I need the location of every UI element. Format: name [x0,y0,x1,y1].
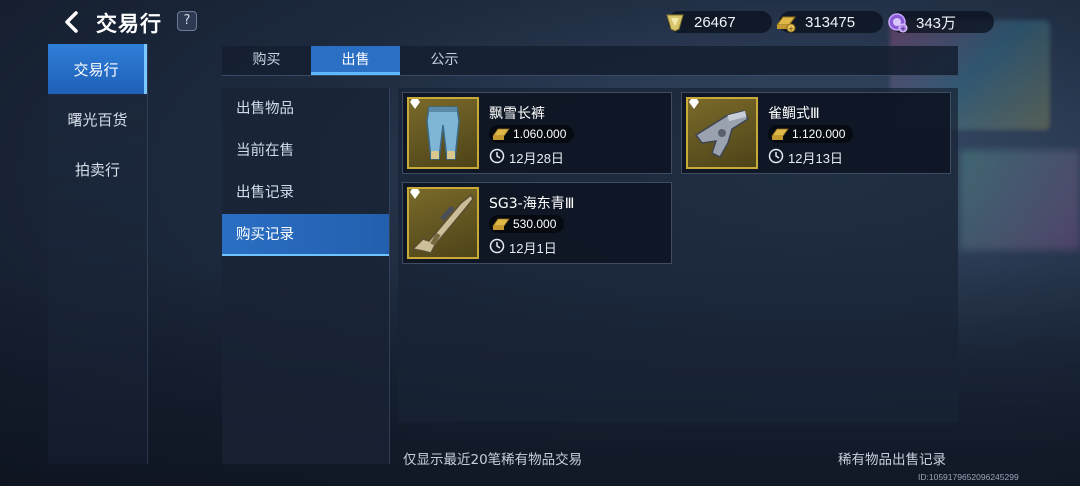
rarity-diamond-icon [410,99,420,109]
gold-bar-icon [492,218,510,230]
sub-item-sale-records[interactable]: 出售记录 [222,172,389,214]
top-bar: 交易行 ? 26467 + 313475 + 343万 [0,0,1080,44]
item-name: 雀鲷式Ⅲ [768,106,820,122]
item-date: 12月28日 [489,148,564,167]
rarity-diamond-icon [410,189,420,199]
rare-sale-records-link[interactable]: 稀有物品出售记录 [838,448,946,468]
records-panel: 飘雪长裤 1.060.000 12月28日 雀鲷式Ⅲ 1.120.000 12月… [398,88,958,422]
sub-item-sell-items[interactable]: 出售物品 [222,88,389,130]
svg-text:+: + [788,25,794,33]
item-price: 530.000 [489,215,565,233]
nav-item-auction-house[interactable]: 拍卖行 [48,144,147,194]
item-date: 12月1日 [489,238,557,257]
currency-value: 313475 [805,13,856,31]
currency-value: 26467 [694,13,736,31]
gold-bar-icon [492,128,510,140]
gold-bar-icon [771,128,789,140]
item-date-value: 12月28日 [509,151,564,166]
currency-purple-orb[interactable]: + 343万 [888,11,994,33]
sub-item-on-sale[interactable]: 当前在售 [222,130,389,172]
record-card[interactable]: 飘雪长裤 1.060.000 12月28日 [402,92,672,174]
purple-orb-icon: + [888,13,908,33]
player-id: ID:1059179652096245299 [918,472,1019,482]
item-price: 1.060.000 [489,125,575,143]
record-card[interactable]: SG3-海东青Ⅲ 530.000 12月1日 [402,182,672,264]
item-date: 12月13日 [768,148,843,167]
sniper-rifle-icon [411,193,474,254]
currency-diamond-token[interactable]: 26467 [666,11,772,33]
back-button[interactable] [58,8,86,36]
page-title: 交易行 [96,12,162,36]
diamond-token-icon [666,14,684,32]
pistol-icon [694,110,749,158]
clock-icon [489,148,505,164]
item-name: SG3-海东青Ⅲ [489,196,575,212]
svg-text:+: + [900,25,906,33]
sub-item-purchase-records[interactable]: 购买记录 [222,214,389,256]
item-date-value: 12月13日 [788,151,843,166]
item-price-value: 1.060.000 [513,127,567,141]
gold-bar-icon: + [776,16,796,33]
item-thumbnail [686,97,758,169]
item-name: 飘雪长裤 [489,106,545,122]
item-price-value: 1.120.000 [792,127,846,141]
nav-item-dawn-store[interactable]: 曙光百货 [48,94,147,144]
help-button[interactable]: ? [177,11,197,31]
left-nav: 交易行 曙光百货 拍卖行 [48,44,148,464]
tab-buy[interactable]: 购买 [222,46,311,75]
currency-value: 343万 [916,14,957,32]
item-price: 1.120.000 [768,125,854,143]
pants-icon [426,106,460,160]
tab-public[interactable]: 公示 [400,46,489,75]
tab-bar: 购买 出售 公示 [222,46,958,76]
nav-item-trading-house[interactable]: 交易行 [48,44,147,94]
records-limit-note: 仅显示最近20笔稀有物品交易 [403,452,583,468]
item-price-value: 530.000 [513,217,557,231]
tab-sell[interactable]: 出售 [311,46,400,75]
back-arrow-icon [65,11,78,33]
clock-icon [768,148,784,164]
neon-stripe-decoration [960,150,1080,250]
currency-gold-bar[interactable]: + 313475 [776,11,883,33]
rarity-diamond-icon [689,99,699,109]
sub-menu: 出售物品 当前在售 出售记录 购买记录 [222,88,390,464]
clock-icon [489,238,505,254]
item-thumbnail [407,97,479,169]
item-date-value: 12月1日 [509,241,557,256]
item-thumbnail [407,187,479,259]
record-card[interactable]: 雀鲷式Ⅲ 1.120.000 12月13日 [681,92,951,174]
